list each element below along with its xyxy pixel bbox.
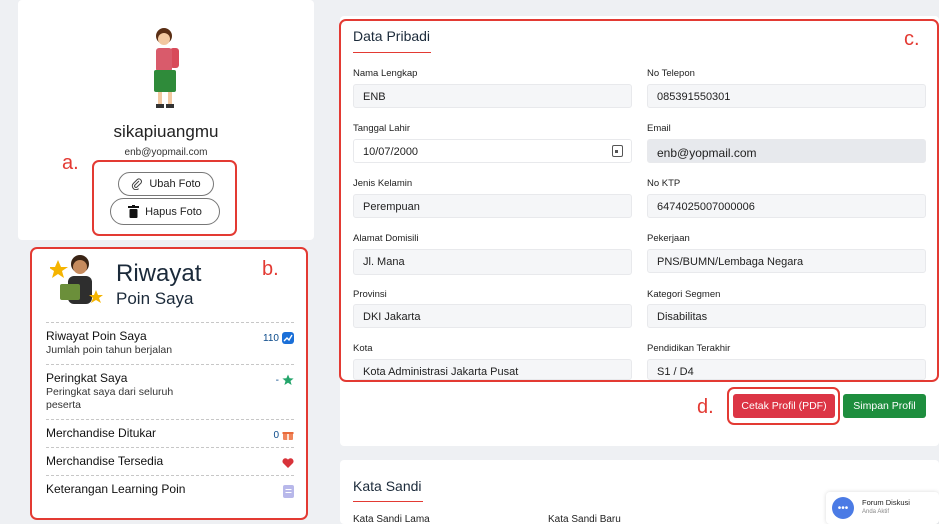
- trash-icon: [128, 205, 140, 218]
- annotation-label-d: d.: [697, 396, 714, 418]
- education-select[interactable]: S1 / D4: [647, 359, 926, 380]
- gender-label: Jenis Kelamin: [353, 178, 413, 189]
- points-title: Riwayat: [116, 260, 202, 287]
- calendar-icon[interactable]: [612, 145, 623, 157]
- item-title: Merchandise Ditukar: [46, 426, 157, 440]
- item-title: Merchandise Tersedia: [46, 454, 164, 468]
- item-value-wrap: [282, 457, 294, 469]
- password-title: Kata Sandi: [353, 478, 422, 494]
- merchandise-redeemed-item[interactable]: Merchandise Ditukar 0: [46, 419, 294, 447]
- ranking-item[interactable]: Peringkat Saya Peringkat saya dari selur…: [46, 364, 294, 419]
- save-profile-button[interactable]: Simpan Profil: [843, 394, 926, 418]
- print-profile-pdf-button[interactable]: Cetak Profil (PDF): [733, 394, 835, 418]
- forum-title: Forum Diskusi: [862, 498, 910, 507]
- title-underline: [353, 52, 431, 53]
- item-value: -: [275, 374, 279, 386]
- forum-discussion-widget[interactable]: ••• Forum Diskusi Anda Aktif: [826, 492, 939, 524]
- province-label: Provinsi: [353, 289, 387, 300]
- item-value-wrap: [283, 485, 294, 498]
- student-illustration: [50, 255, 103, 304]
- item-subtitle: Jumlah poin tahun berjalan: [46, 344, 173, 356]
- email-field: enb@yopmail.com: [647, 139, 926, 163]
- occupation-label: Pekerjaan: [647, 233, 690, 244]
- annotation-label-c: c.: [904, 28, 920, 50]
- points-history-item[interactable]: Riwayat Poin Saya Jumlah poin tahun berj…: [46, 322, 294, 364]
- item-value-wrap: -: [276, 374, 294, 386]
- segment-select[interactable]: Disabilitas: [647, 304, 926, 328]
- forum-status: Anda Aktif: [862, 509, 890, 515]
- gender-select[interactable]: Perempuan: [353, 194, 632, 218]
- full-name-field[interactable]: ENB: [353, 84, 632, 108]
- personal-data-title: Data Pribadi: [353, 28, 431, 44]
- star-icon: [282, 374, 294, 385]
- province-select[interactable]: DKI Jakarta: [353, 304, 632, 328]
- item-value: 0: [273, 429, 279, 441]
- item-value-wrap: 110: [263, 332, 294, 344]
- full-name-label: Nama Lengkap: [353, 68, 418, 79]
- ktp-label: No KTP: [647, 178, 681, 189]
- merchandise-available-item[interactable]: Merchandise Tersedia: [46, 447, 294, 475]
- annotation-label-b: b.: [262, 258, 279, 280]
- city-label: Kota: [353, 343, 373, 354]
- item-value-wrap: 0: [273, 429, 294, 441]
- delete-photo-button[interactable]: Hapus Foto: [110, 198, 220, 225]
- delete-photo-label: Hapus Foto: [145, 205, 202, 218]
- segment-label: Kategori Segmen: [647, 289, 721, 300]
- city-select[interactable]: Kota Administrasi Jakarta Pusat: [353, 359, 632, 380]
- phone-label: No Telepon: [647, 68, 695, 79]
- old-password-label: Kata Sandi Lama: [353, 514, 430, 524]
- occupation-select[interactable]: PNS/BUMN/Lembaga Negara: [647, 249, 926, 273]
- birth-date-label: Tanggal Lahir: [353, 123, 411, 134]
- avatar: [154, 28, 179, 108]
- points-subtitle: Poin Saya: [116, 289, 194, 308]
- profile-name: sikapiuangmu: [113, 122, 219, 141]
- email-label: Email: [647, 123, 671, 134]
- paperclip-icon: [132, 178, 143, 190]
- address-label: Alamat Domisili: [353, 233, 419, 244]
- points-list: Riwayat Poin Saya Jumlah poin tahun berj…: [46, 322, 294, 503]
- item-title: Peringkat Saya: [46, 371, 128, 385]
- learning-points-info-item[interactable]: Keterangan Learning Poin: [46, 475, 294, 503]
- item-title: Riwayat Poin Saya: [46, 329, 147, 343]
- new-password-label: Kata Sandi Baru: [548, 514, 621, 524]
- address-textarea[interactable]: Jl. Mana: [353, 249, 632, 275]
- ktp-field[interactable]: 6474025007000006: [647, 194, 926, 218]
- heart-icon: [282, 458, 294, 468]
- change-photo-button[interactable]: Ubah Foto: [118, 172, 214, 196]
- annotation-label-a: a.: [62, 152, 79, 174]
- change-photo-label: Ubah Foto: [149, 178, 201, 190]
- item-subtitle: Peringkat saya dari seluruh peserta: [46, 386, 174, 411]
- gift-icon: [282, 432, 294, 440]
- item-title: Keterangan Learning Poin: [46, 482, 186, 496]
- item-value: 110: [263, 332, 279, 344]
- title-underline: [353, 501, 423, 502]
- chat-bubble-icon: •••: [832, 497, 854, 519]
- birth-date-value: 10/07/2000: [363, 146, 419, 158]
- chart-line-icon: [282, 332, 294, 344]
- education-label: Pendidikan Terakhir: [647, 343, 731, 354]
- document-icon: [283, 485, 294, 498]
- phone-field[interactable]: 085391550301: [647, 84, 926, 108]
- birth-date-field[interactable]: 10/07/2000: [353, 139, 632, 163]
